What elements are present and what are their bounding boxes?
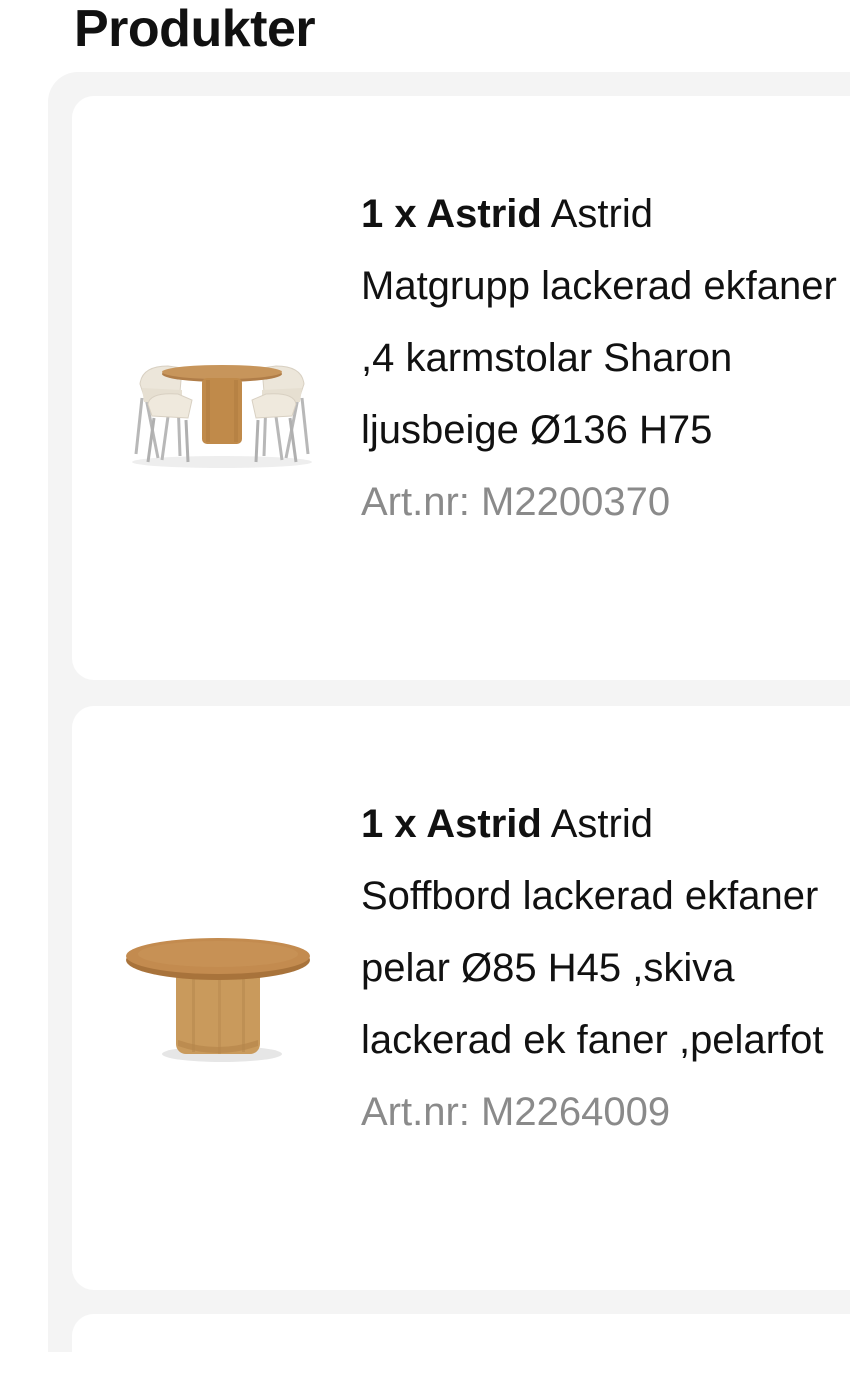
product-brand: Astrid <box>550 192 653 236</box>
coffee-table-image <box>126 938 310 1062</box>
product-article-number: Art.nr: M2200370 <box>361 480 671 524</box>
page-title: Produkter <box>74 0 316 58</box>
product-info: 1 x Astrid Astrid Soffbord lackerad ekfa… <box>361 788 841 1148</box>
product-card[interactable] <box>72 1314 850 1374</box>
product-description: Matgrupp lackerad ekfaner ,4 karmstolar … <box>361 264 837 452</box>
product-card[interactable]: 1 x Astrid Astrid Soffbord lackerad ekfa… <box>72 706 850 1290</box>
product-info: 1 x Astrid Astrid Matgrupp lackerad ekfa… <box>361 178 841 538</box>
product-qty-name: 1 x Astrid <box>361 802 542 846</box>
product-brand: Astrid <box>550 802 653 846</box>
product-card[interactable]: 1 x Astrid Astrid Matgrupp lackerad ekfa… <box>72 96 850 680</box>
product-qty-name: 1 x Astrid <box>361 192 542 236</box>
product-description: Soffbord lackerad ekfaner pelar Ø85 H45 … <box>361 874 824 1062</box>
product-article-number: Art.nr: M2264009 <box>361 1090 671 1134</box>
dining-set-image <box>132 365 312 468</box>
